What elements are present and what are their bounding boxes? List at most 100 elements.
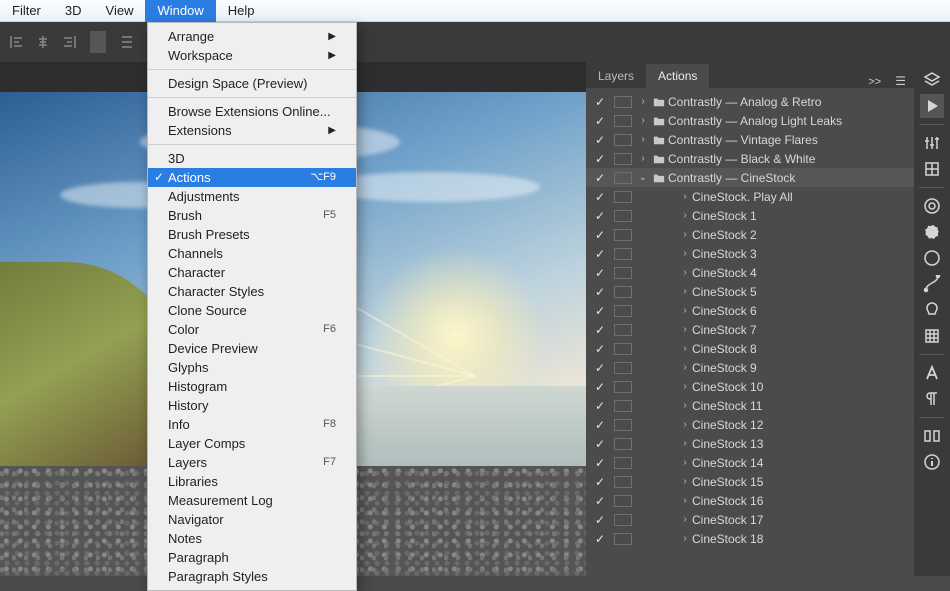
visibility-check-icon[interactable]: ✓: [586, 247, 614, 261]
action-set[interactable]: ✓›Contrastly — Analog & Retro: [586, 92, 914, 111]
visibility-check-icon[interactable]: ✓: [586, 380, 614, 394]
menu-item-character-styles[interactable]: Character Styles: [148, 282, 356, 301]
menu-item-browse-extensions-online[interactable]: Browse Extensions Online...: [148, 102, 356, 121]
info-icon[interactable]: [920, 450, 944, 474]
visibility-check-icon[interactable]: ✓: [586, 513, 614, 527]
dialog-toggle[interactable]: [614, 248, 632, 260]
color-icon[interactable]: [920, 246, 944, 270]
dialog-toggle[interactable]: [614, 115, 632, 127]
visibility-check-icon[interactable]: ✓: [586, 494, 614, 508]
action-item[interactable]: ✓›CineStock 13: [586, 434, 914, 453]
dialog-toggle[interactable]: [614, 324, 632, 336]
action-item[interactable]: ✓›CineStock 9: [586, 358, 914, 377]
visibility-check-icon[interactable]: ✓: [586, 228, 614, 242]
menu-3d[interactable]: 3D: [53, 0, 94, 22]
adjustments-icon[interactable]: [920, 131, 944, 155]
menu-item-layers[interactable]: LayersF7: [148, 453, 356, 472]
menu-help[interactable]: Help: [216, 0, 267, 22]
styles-icon[interactable]: [920, 157, 944, 181]
visibility-check-icon[interactable]: ✓: [586, 133, 614, 147]
visibility-check-icon[interactable]: ✓: [586, 285, 614, 299]
menu-item-3d[interactable]: 3D: [148, 149, 356, 168]
panel-menu-icon[interactable]: ☰: [887, 74, 914, 88]
menu-item-history[interactable]: History: [148, 396, 356, 415]
tab-layers[interactable]: Layers: [586, 64, 646, 88]
visibility-check-icon[interactable]: ✓: [586, 323, 614, 337]
dialog-toggle[interactable]: [614, 419, 632, 431]
menu-item-libraries[interactable]: Libraries: [148, 472, 356, 491]
visibility-check-icon[interactable]: ✓: [586, 361, 614, 375]
swatches-icon[interactable]: [920, 220, 944, 244]
action-item[interactable]: ✓›CineStock 11: [586, 396, 914, 415]
menu-item-color[interactable]: ColorF6: [148, 320, 356, 339]
menu-item-design-space-preview[interactable]: Design Space (Preview): [148, 74, 356, 93]
action-item[interactable]: ✓›CineStock 4: [586, 263, 914, 282]
menu-item-brush-presets[interactable]: Brush Presets: [148, 225, 356, 244]
menu-view[interactable]: View: [94, 0, 146, 22]
disclosure-icon[interactable]: ›: [678, 533, 692, 544]
brushes-icon[interactable]: [920, 298, 944, 322]
dialog-toggle[interactable]: [614, 457, 632, 469]
action-item[interactable]: ✓›CineStock 10: [586, 377, 914, 396]
menu-item-layer-comps[interactable]: Layer Comps: [148, 434, 356, 453]
menu-item-navigator[interactable]: Navigator: [148, 510, 356, 529]
disclosure-icon[interactable]: ›: [678, 267, 692, 278]
align-center-icon[interactable]: [34, 29, 52, 55]
disclosure-icon[interactable]: ›: [678, 362, 692, 373]
visibility-check-icon[interactable]: ✓: [586, 342, 614, 356]
dialog-toggle[interactable]: [614, 134, 632, 146]
action-item[interactable]: ✓›CineStock 17: [586, 510, 914, 529]
layers-icon[interactable]: [920, 68, 944, 92]
disclosure-icon[interactable]: ›: [678, 419, 692, 430]
menu-item-paragraph-styles[interactable]: Paragraph Styles: [148, 567, 356, 586]
visibility-check-icon[interactable]: ✓: [586, 171, 614, 185]
action-item[interactable]: ✓›CineStock 14: [586, 453, 914, 472]
dialog-toggle[interactable]: [614, 286, 632, 298]
visibility-check-icon[interactable]: ✓: [586, 304, 614, 318]
menu-item-channels[interactable]: Channels: [148, 244, 356, 263]
disclosure-icon[interactable]: ›: [636, 115, 650, 126]
disclosure-icon[interactable]: ›: [678, 191, 692, 202]
menu-item-workspace[interactable]: Workspace▶: [148, 46, 356, 65]
visibility-check-icon[interactable]: ✓: [586, 209, 614, 223]
disclosure-icon[interactable]: ›: [678, 457, 692, 468]
menu-filter[interactable]: Filter: [0, 0, 53, 22]
dialog-toggle[interactable]: [614, 495, 632, 507]
dialog-toggle[interactable]: [614, 267, 632, 279]
action-item[interactable]: ✓›CineStock 1: [586, 206, 914, 225]
visibility-check-icon[interactable]: ✓: [586, 95, 614, 109]
cc-libraries-icon[interactable]: [920, 194, 944, 218]
visibility-check-icon[interactable]: ✓: [586, 114, 614, 128]
action-item[interactable]: ✓›CineStock 12: [586, 415, 914, 434]
paths-icon[interactable]: [920, 272, 944, 296]
disclosure-icon[interactable]: ›: [678, 495, 692, 506]
action-item[interactable]: ✓›CineStock 8: [586, 339, 914, 358]
menu-item-brush[interactable]: BrushF5: [148, 206, 356, 225]
menu-item-glyphs[interactable]: Glyphs: [148, 358, 356, 377]
paragraph-icon[interactable]: [920, 387, 944, 411]
play-icon[interactable]: [920, 94, 944, 118]
menu-item-actions[interactable]: ✓Actions⌥F9: [148, 168, 356, 187]
dialog-toggle[interactable]: [614, 514, 632, 526]
align-right-icon[interactable]: [60, 29, 78, 55]
dialog-toggle[interactable]: [614, 191, 632, 203]
menu-item-device-preview[interactable]: Device Preview: [148, 339, 356, 358]
disclosure-icon[interactable]: ›: [678, 381, 692, 392]
dialog-toggle[interactable]: [614, 153, 632, 165]
disclosure-icon[interactable]: ›: [678, 343, 692, 354]
dialog-toggle[interactable]: [614, 476, 632, 488]
disclosure-icon[interactable]: ›: [636, 96, 650, 107]
menu-item-paragraph[interactable]: Paragraph: [148, 548, 356, 567]
disclosure-icon[interactable]: ›: [678, 229, 692, 240]
visibility-check-icon[interactable]: ✓: [586, 190, 614, 204]
action-item[interactable]: ✓›CineStock 15: [586, 472, 914, 491]
disclosure-icon[interactable]: ›: [678, 400, 692, 411]
menu-item-adjustments[interactable]: Adjustments: [148, 187, 356, 206]
disclosure-icon[interactable]: ›: [678, 438, 692, 449]
menu-item-info[interactable]: InfoF8: [148, 415, 356, 434]
distribute-icon[interactable]: [118, 29, 136, 55]
dialog-toggle[interactable]: [614, 438, 632, 450]
visibility-check-icon[interactable]: ✓: [586, 456, 614, 470]
visibility-check-icon[interactable]: ✓: [586, 532, 614, 546]
menu-window[interactable]: Window: [145, 0, 215, 22]
